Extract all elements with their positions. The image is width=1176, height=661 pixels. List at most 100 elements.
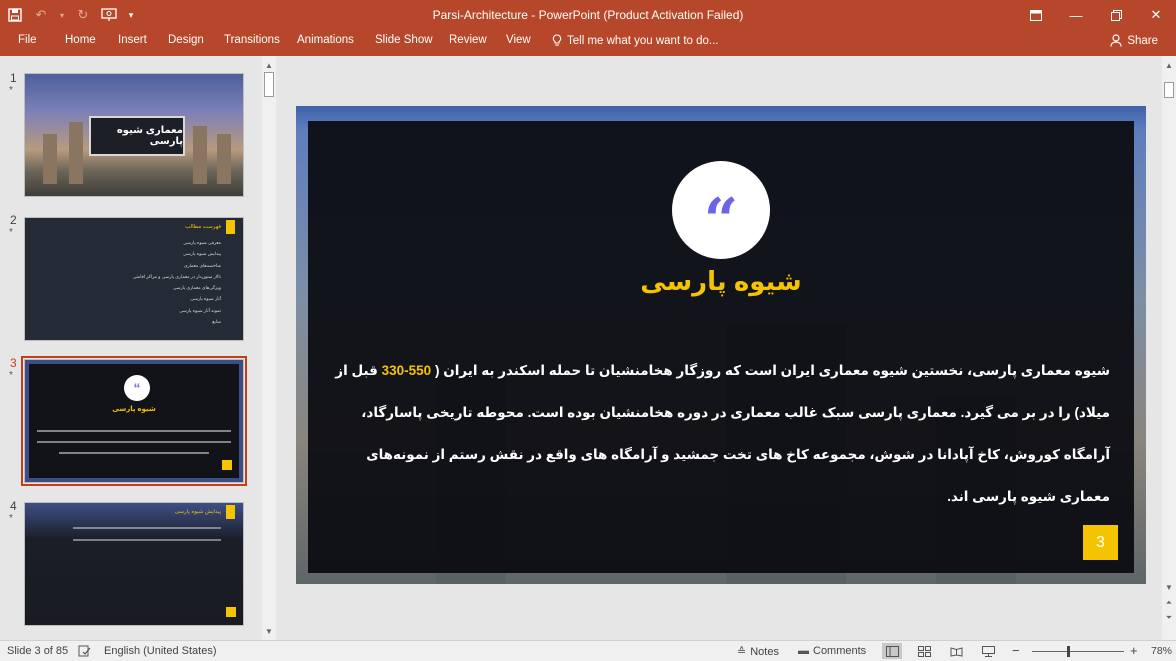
tab-transitions[interactable]: Transitions — [224, 34, 280, 46]
scrollbar-thumb[interactable] — [264, 72, 274, 97]
thumbnail-title: فهرست مطالب — [185, 224, 221, 230]
list-item: نمونه آثار شیوه پارسی — [179, 307, 221, 313]
language-indicator[interactable]: English (United States) — [104, 645, 217, 657]
tab-design[interactable]: Design — [168, 34, 204, 46]
slide-number-block — [222, 460, 232, 470]
tab-review[interactable]: Review — [449, 34, 487, 46]
share-button[interactable]: Share — [1110, 34, 1158, 47]
tab-view[interactable]: View — [506, 34, 531, 46]
animation-star-icon: * — [9, 227, 13, 238]
slide-thumbnail-pane: 1 * معماری شیوه پارسی 2 * فهرست مطالب مع… — [0, 56, 278, 640]
spell-check-icon[interactable] — [78, 645, 91, 657]
text-line — [37, 441, 231, 443]
window-controls: — ✕ — [1016, 0, 1176, 30]
thumbnail-title: شیوه پارسی — [112, 406, 156, 413]
text-line — [73, 539, 221, 541]
ruin-column — [217, 134, 231, 184]
list-item: پیدایش شیوه پارسی — [183, 251, 221, 257]
accent-block — [226, 220, 235, 234]
animation-star-icon: * — [9, 85, 13, 96]
close-icon[interactable]: ✕ — [1136, 0, 1176, 30]
ruin-column — [43, 134, 57, 184]
thumbnail-number: 2 — [10, 213, 17, 227]
tab-slide-show[interactable]: Slide Show — [375, 34, 433, 46]
content-panel: “ شیوه پارسی شیوه معماری پارسی، نخستین ش… — [308, 121, 1134, 573]
tab-home[interactable]: Home — [65, 34, 96, 46]
minimize-icon[interactable]: — — [1056, 0, 1096, 30]
date-highlight: 550-330 — [377, 363, 435, 378]
list-item: شاخصه‌های معماری — [183, 262, 221, 268]
animation-star-icon: * — [9, 513, 13, 524]
slide-thumbnail-2[interactable]: فهرست مطالب معرفی شیوه پارسی پیدایش شیوه… — [24, 217, 244, 341]
thumbnail-number: 1 — [10, 71, 17, 85]
thumbnail-title: پیدایش شیوه پارسی — [174, 509, 221, 515]
comments-icon: ▬ — [798, 645, 809, 657]
slide-scrollbar[interactable]: ▲ ▼ ⏶ ⏷ — [1162, 56, 1176, 640]
tab-file[interactable]: File — [18, 34, 37, 46]
slide-thumbnail-1[interactable]: معماری شیوه پارسی — [24, 73, 244, 197]
list-item: آثار شیوه پارسی — [190, 296, 221, 302]
zoom-slider-thumb[interactable] — [1066, 646, 1070, 657]
slide-number-block — [226, 607, 236, 617]
ruin-column — [193, 126, 207, 184]
ribbon-display-options-icon[interactable] — [1016, 0, 1056, 30]
notes-label: Notes — [750, 645, 779, 658]
restore-icon[interactable] — [1096, 0, 1136, 30]
zoom-slider[interactable] — [1032, 651, 1124, 652]
comments-button[interactable]: ▬ Comments — [798, 645, 866, 657]
tell-me-box[interactable]: Tell me what you want to do... — [552, 34, 719, 47]
zoom-out-icon[interactable]: − — [1012, 643, 1020, 658]
comments-label: Comments — [813, 645, 867, 657]
previous-slide-icon[interactable]: ⏶ — [1162, 596, 1176, 610]
animation-star-icon: * — [9, 370, 13, 381]
slide-sorter-icon[interactable] — [914, 643, 934, 659]
scroll-up-icon[interactable]: ▲ — [262, 58, 276, 72]
notes-button[interactable]: ≙ Notes — [737, 645, 779, 659]
notes-icon: ≙ — [737, 646, 747, 658]
status-bar: Slide 3 of 85 English (United States) ≙ … — [0, 640, 1176, 661]
quote-icon: “ — [672, 161, 770, 259]
slide-title[interactable]: شیوه پارسی — [308, 266, 1134, 297]
slide-body-text[interactable]: شیوه معماری پارسی، نخستین شیوه معماری ای… — [326, 350, 1110, 518]
thumbnail-number: 4 — [10, 499, 17, 513]
text-line — [73, 527, 221, 529]
scrollbar-thumb[interactable] — [1164, 82, 1174, 98]
thumbnail-scrollbar[interactable]: ▲ ▼ — [262, 56, 276, 640]
lightbulb-icon — [552, 34, 562, 46]
thumbnail-panel: “ شیوه پارسی — [29, 364, 239, 478]
body-text-start: شیوه معماری پارسی، نخستین شیوه معماری ای… — [434, 363, 1110, 378]
thumbnail-background — [25, 503, 243, 625]
zoom-in-icon[interactable]: + — [1130, 643, 1138, 658]
slide-counter: Slide 3 of 85 — [7, 645, 69, 657]
list-item: منابع — [212, 319, 221, 325]
text-line — [37, 430, 231, 432]
ribbon-tabs: File Home Insert Design Transitions Anim… — [0, 30, 1176, 56]
scroll-down-icon[interactable]: ▼ — [262, 624, 276, 638]
zoom-level[interactable]: 78% — [1151, 645, 1172, 657]
thumbnail-number: 3 — [10, 356, 17, 370]
normal-view-icon[interactable] — [882, 643, 902, 659]
list-item: تالار ستون‌دار در معماری پارسی و مراکز ا… — [132, 273, 221, 279]
list-item: معرفی شیوه پارسی — [183, 240, 221, 245]
slide-number-badge: 3 — [1083, 525, 1118, 560]
slide-edit-area: “ شیوه پارسی شیوه معماری پارسی، نخستین ش… — [278, 56, 1162, 640]
window-title: Parsi-Architecture - PowerPoint (Product… — [432, 8, 744, 22]
next-slide-icon[interactable]: ⏷ — [1162, 611, 1176, 625]
slide-show-view-icon[interactable] — [978, 643, 998, 659]
share-label: Share — [1127, 34, 1158, 47]
tab-animations[interactable]: Animations — [297, 34, 354, 46]
tell-me-label: Tell me what you want to do... — [567, 34, 719, 47]
user-icon — [1110, 34, 1122, 47]
reading-view-icon[interactable] — [946, 643, 966, 659]
quote-icon: “ — [124, 375, 150, 401]
list-item: ویژگی‌های معماری پارسی — [172, 285, 221, 291]
scroll-down-icon[interactable]: ▼ — [1162, 580, 1176, 594]
current-slide[interactable]: “ شیوه پارسی شیوه معماری پارسی، نخستین ش… — [296, 106, 1146, 584]
text-line — [59, 452, 209, 454]
slide-thumbnail-3[interactable]: “ شیوه پارسی — [21, 356, 247, 486]
scroll-up-icon[interactable]: ▲ — [1162, 58, 1176, 72]
tab-insert[interactable]: Insert — [118, 34, 147, 46]
body-text-end: قبل از میلاد) را در بر می گیرد. معماری پ… — [335, 363, 1110, 504]
slide-thumbnail-4[interactable]: پیدایش شیوه پارسی — [24, 502, 244, 626]
thumbnail-list: معرفی شیوه پارسی پیدایش شیوه پارسی شاخصه… — [51, 240, 221, 330]
